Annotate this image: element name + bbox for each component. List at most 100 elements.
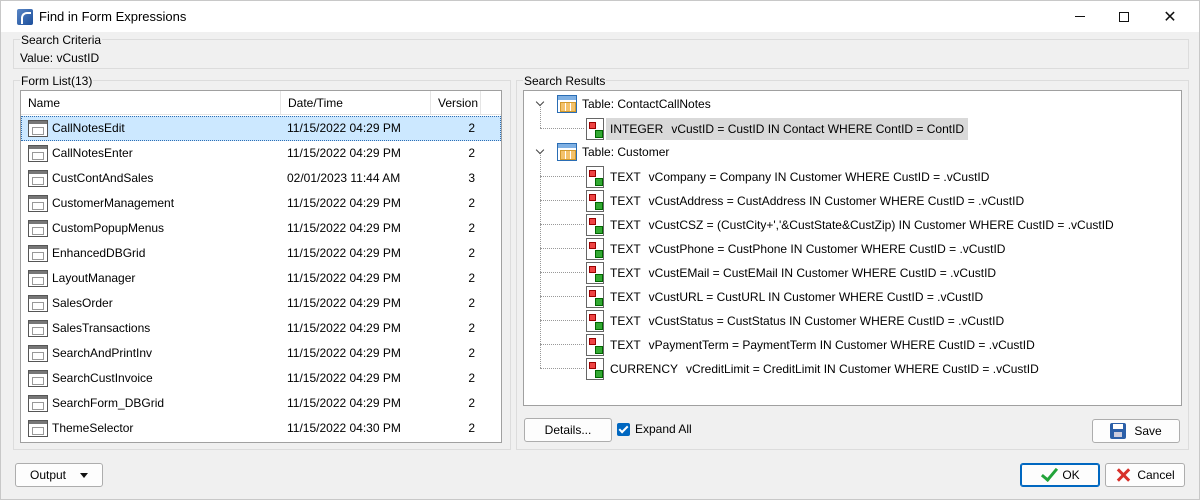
tree-connector <box>540 344 584 345</box>
expression-type: TEXT <box>610 170 641 184</box>
expression-text: vCustAddress = CustAddress IN Customer W… <box>648 194 1025 208</box>
form-icon <box>28 195 48 212</box>
form-version: 2 <box>468 246 475 260</box>
column-header-version[interactable]: Version <box>431 91 481 115</box>
tree-expression-node[interactable]: TEXT vCustEMail = CustEMail IN Customer W… <box>606 262 1000 284</box>
form-datetime: 11/15/2022 04:29 PM <box>287 296 401 310</box>
tree-expression-node[interactable]: TEXT vPaymentTerm = PaymentTerm IN Custom… <box>606 334 1039 356</box>
expression-type: TEXT <box>610 242 641 256</box>
search-criteria-label: Search Criteria <box>20 33 103 47</box>
search-criteria-group <box>13 39 1189 69</box>
form-datetime: 11/15/2022 04:29 PM <box>287 371 401 385</box>
form-version: 2 <box>468 346 475 360</box>
expand-all-checkbox[interactable] <box>617 423 630 436</box>
form-list-label: Form List(13) <box>20 74 94 88</box>
form-datetime: 11/15/2022 04:29 PM <box>287 396 401 410</box>
expression-text: vCustID = CustID IN Contact WHERE ContID… <box>671 122 965 136</box>
form-name: CustContAndSales <box>52 171 154 185</box>
save-button[interactable]: Save <box>1092 419 1180 443</box>
column-header-datetime[interactable]: Date/Time <box>281 91 431 115</box>
tree-expression-node[interactable]: TEXT vCustAddress = CustAddress IN Custom… <box>606 190 1028 212</box>
form-version: 2 <box>468 321 475 335</box>
expression-text: vCompany = Company IN Customer WHERE Cus… <box>648 170 990 184</box>
search-value: Value: vCustID <box>20 51 100 65</box>
expression-text: vCustStatus = CustStatus IN Customer WHE… <box>648 314 1005 328</box>
expression-icon <box>586 190 604 212</box>
form-name: LayoutManager <box>52 271 136 285</box>
form-version: 2 <box>468 421 475 435</box>
tree-expression-node[interactable]: INTEGER vCustID = CustID IN Contact WHERE… <box>606 118 969 140</box>
table-row[interactable]: EnhancedDBGrid 11/15/2022 04:29 PM 2 <box>21 241 501 266</box>
form-datetime: 11/15/2022 04:30 PM <box>287 421 401 435</box>
form-icon <box>28 245 48 262</box>
form-version: 2 <box>468 121 475 135</box>
table-row[interactable]: SearchCustInvoice 11/15/2022 04:29 PM 2 <box>21 366 501 391</box>
expression-type: TEXT <box>610 266 641 280</box>
expression-text: vCreditLimit = CreditLimit IN Customer W… <box>686 362 1039 376</box>
table-row[interactable]: CallNotesEnter 11/15/2022 04:29 PM 2 <box>21 141 501 166</box>
table-row[interactable]: CallNotesEdit 11/15/2022 04:29 PM 2 <box>21 116 501 141</box>
title-bar[interactable]: Find in Form Expressions ✕ <box>1 1 1199 32</box>
table-row[interactable]: CustomPopupMenus 11/15/2022 04:29 PM 2 <box>21 216 501 241</box>
form-icon <box>28 370 48 387</box>
expression-text: vCustURL = CustURL IN Customer WHERE Cus… <box>648 290 984 304</box>
expression-icon <box>586 358 604 380</box>
maximize-button[interactable] <box>1101 1 1147 32</box>
details-button[interactable]: Details... <box>524 418 612 442</box>
expression-icon <box>586 118 604 140</box>
tree-connector <box>540 155 541 368</box>
table-row[interactable]: SearchForm_DBGrid 11/15/2022 04:29 PM 2 <box>21 391 501 416</box>
form-name: SearchCustInvoice <box>52 371 153 385</box>
tree-expression-node[interactable]: TEXT vCustPhone = CustPhone IN Customer W… <box>606 238 1009 260</box>
column-header-name[interactable]: Name <box>21 91 281 115</box>
maximize-icon <box>1119 11 1129 22</box>
tree-connector <box>540 368 584 369</box>
form-name: SearchAndPrintInv <box>52 346 153 360</box>
cancel-button[interactable]: Cancel <box>1105 463 1185 487</box>
minimize-button[interactable] <box>1057 1 1103 32</box>
form-datetime: 11/15/2022 04:29 PM <box>287 121 401 135</box>
tree-table-node[interactable]: Table: Customer <box>582 141 669 163</box>
table-row[interactable]: ThemeSelector 11/15/2022 04:30 PM 2 <box>21 416 501 441</box>
table-row[interactable]: CustContAndSales 02/01/2023 11:44 AM 3 <box>21 166 501 191</box>
tree-expression-node[interactable]: TEXT vCustCSZ = (CustCity+','&CustState&C… <box>606 214 1118 236</box>
tree-expression-node[interactable]: TEXT vCompany = Company IN Customer WHERE… <box>606 166 993 188</box>
table-row[interactable]: LayoutManager 11/15/2022 04:29 PM 2 <box>21 266 501 291</box>
form-name: SearchForm_DBGrid <box>52 396 165 410</box>
expand-all-label[interactable]: Expand All <box>635 422 692 436</box>
tree-table-node[interactable]: Table: ContactCallNotes <box>582 93 711 115</box>
expression-text: vPaymentTerm = PaymentTerm IN Customer W… <box>648 338 1035 352</box>
expression-type: CURRENCY <box>610 362 679 376</box>
tree-expression-node[interactable]: TEXT vCustURL = CustURL IN Customer WHERE… <box>606 286 987 308</box>
expression-icon <box>586 238 604 260</box>
form-version: 2 <box>468 221 475 235</box>
tree-expression-node[interactable]: CURRENCY vCreditLimit = CreditLimit IN Cu… <box>606 358 1043 380</box>
minimize-icon <box>1075 16 1085 17</box>
table-row[interactable]: SalesTransactions 11/15/2022 04:29 PM 2 <box>21 316 501 341</box>
tree-expression-node[interactable]: TEXT vCustStatus = CustStatus IN Customer… <box>606 310 1008 332</box>
expression-icon <box>586 310 604 332</box>
dropdown-arrow-icon <box>80 472 89 478</box>
expression-type: TEXT <box>610 338 641 352</box>
form-name: CustomerManagement <box>52 196 175 210</box>
form-datetime: 11/15/2022 04:29 PM <box>287 221 401 235</box>
form-version: 2 <box>468 371 475 385</box>
tree-connector <box>540 224 584 225</box>
ok-button[interactable]: OK <box>1020 463 1100 487</box>
results-tree[interactable]: Table: ContactCallNotes INTEGER vCustID = … <box>523 90 1182 406</box>
expression-text: vCustPhone = CustPhone IN Customer WHERE… <box>648 242 1006 256</box>
form-icon <box>28 270 48 287</box>
form-datetime: 02/01/2023 11:44 AM <box>287 171 401 185</box>
save-icon <box>1110 423 1127 439</box>
form-datetime: 11/15/2022 04:29 PM <box>287 246 401 260</box>
table-row[interactable]: SalesOrder 11/15/2022 04:29 PM 2 <box>21 291 501 316</box>
output-button[interactable]: Output <box>15 463 103 487</box>
close-button[interactable]: ✕ <box>1147 1 1193 32</box>
form-name: SalesTransactions <box>52 321 151 335</box>
form-list[interactable]: Name Date/Time Version CallNotesEdit 11/1… <box>20 90 502 443</box>
table-row[interactable]: SearchAndPrintInv 11/15/2022 04:29 PM 2 <box>21 341 501 366</box>
table-row[interactable]: CustomerManagement 11/15/2022 04:29 PM 2 <box>21 191 501 216</box>
expression-type: TEXT <box>610 194 641 208</box>
form-icon <box>28 295 48 312</box>
form-version: 2 <box>468 196 475 210</box>
